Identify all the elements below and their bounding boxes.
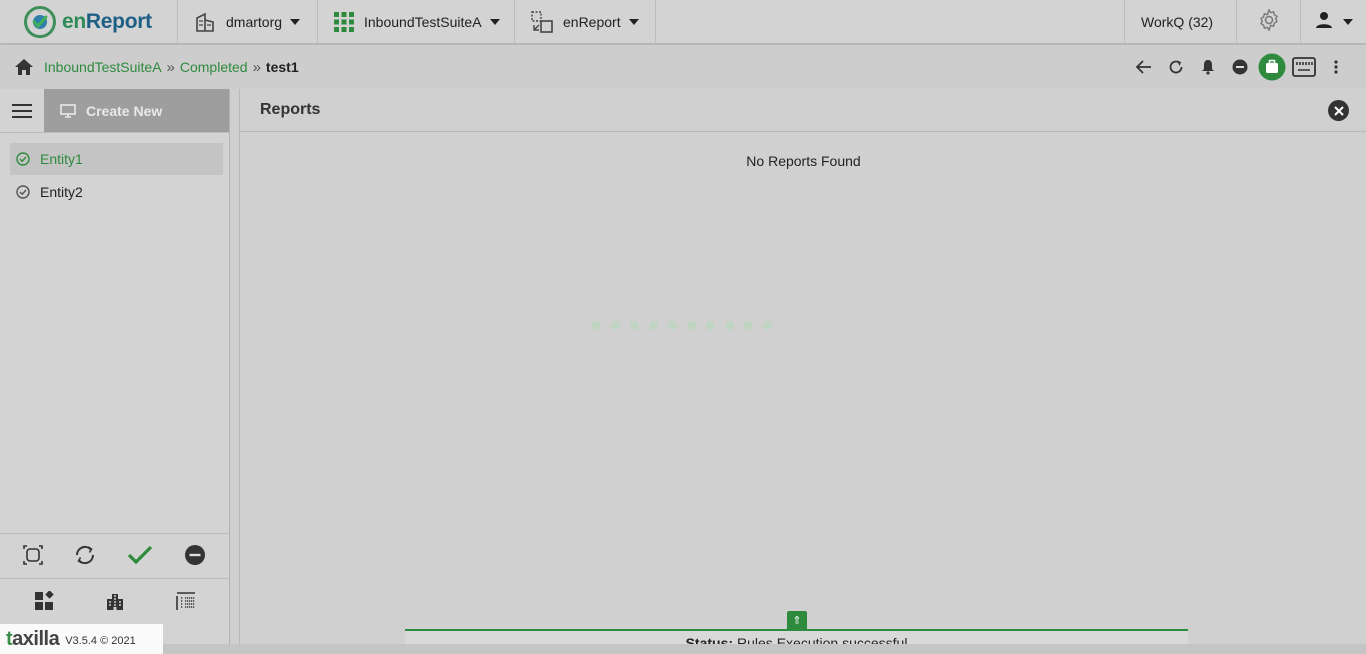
loading-indicator: [592, 321, 772, 330]
check-circle-icon: [16, 152, 30, 166]
minus-circle-icon[interactable]: [1224, 53, 1256, 81]
grid-icon: [334, 11, 354, 32]
entity-label: Entity2: [40, 184, 83, 200]
check-all-icon[interactable]: [127, 545, 153, 568]
create-new-label: Create New: [86, 102, 163, 119]
refresh-icon[interactable]: [1160, 53, 1192, 81]
home-icon[interactable]: [14, 58, 34, 76]
switch-app-icon: [531, 10, 553, 33]
close-icon[interactable]: [1328, 100, 1349, 121]
entity-label: Entity1: [40, 151, 83, 167]
building-icon: [194, 12, 216, 32]
more-vertical-icon[interactable]: [1320, 53, 1352, 81]
suite-dropdown[interactable]: InboundTestSuiteA: [318, 0, 515, 43]
check-circle-icon: [16, 185, 30, 199]
reports-title: Reports: [240, 89, 1366, 132]
user-icon: [1315, 11, 1333, 32]
minus-circle-icon[interactable]: [184, 544, 206, 569]
keyboard-icon[interactable]: [1288, 53, 1320, 81]
chevron-down-icon: [489, 18, 500, 25]
breadcrumb-item-suite[interactable]: InboundTestSuiteA: [44, 59, 162, 75]
org-dropdown[interactable]: dmartorg: [178, 0, 318, 43]
gear-icon: [1257, 8, 1281, 35]
sync-icon[interactable]: [74, 544, 96, 569]
suite-label: InboundTestSuiteA: [364, 13, 482, 30]
chevron-down-icon: [1342, 18, 1353, 25]
chevron-down-icon: [628, 18, 639, 25]
settings-button[interactable]: [1236, 0, 1300, 43]
top-bar: enReport dmartorg InboundTestSuiteA enRe…: [0, 0, 1366, 44]
breadcrumb: InboundTestSuiteA » Completed » test1: [0, 45, 1366, 89]
breadcrumb-separator: »: [252, 58, 261, 76]
user-menu[interactable]: [1300, 0, 1366, 43]
org-label: dmartorg: [226, 13, 283, 30]
entity-action-bar: [0, 533, 229, 579]
status-toggle-button[interactable]: ⇑: [787, 611, 807, 631]
empty-message: No Reports Found: [746, 153, 861, 169]
breadcrumb-item-completed[interactable]: Completed: [180, 59, 248, 75]
back-arrow-icon[interactable]: [1128, 53, 1160, 81]
entity-item-1[interactable]: Entity1: [10, 143, 223, 175]
workq-button[interactable]: WorkQ (32): [1124, 0, 1236, 43]
table-list-icon[interactable]: [175, 591, 196, 614]
logo-text: enReport: [62, 9, 152, 33]
reports-panel: Reports No Reports Found: [239, 89, 1366, 644]
app-label: enReport: [563, 13, 621, 30]
chevron-down-icon: [290, 18, 301, 25]
dashboard-icon[interactable]: [34, 589, 54, 614]
monitor-icon: [60, 103, 76, 118]
entity-view-bar: [0, 579, 229, 625]
entity-sidebar: Create New Entity1 Entity2: [0, 89, 230, 644]
select-area-icon[interactable]: [23, 544, 44, 568]
breadcrumb-separator: »: [166, 58, 175, 76]
version-badge: taxilla V3.5.4 © 2021: [0, 624, 163, 654]
create-new-button[interactable]: Create New: [44, 89, 229, 132]
entity-item-2[interactable]: Entity2: [10, 176, 223, 208]
bell-icon[interactable]: [1192, 53, 1224, 81]
app-logo[interactable]: enReport: [0, 0, 178, 43]
briefcase-icon[interactable]: [1256, 53, 1288, 81]
hamburger-menu-icon[interactable]: [0, 89, 44, 132]
app-dropdown[interactable]: enReport: [515, 0, 656, 43]
taxilla-logo: taxilla: [6, 627, 60, 650]
toolbar: [1128, 53, 1352, 81]
logo-check-icon: [24, 5, 56, 38]
version-text: V3.5.4 © 2021: [65, 635, 136, 647]
organization-icon[interactable]: [105, 591, 125, 614]
breadcrumb-current: test1: [265, 59, 299, 75]
